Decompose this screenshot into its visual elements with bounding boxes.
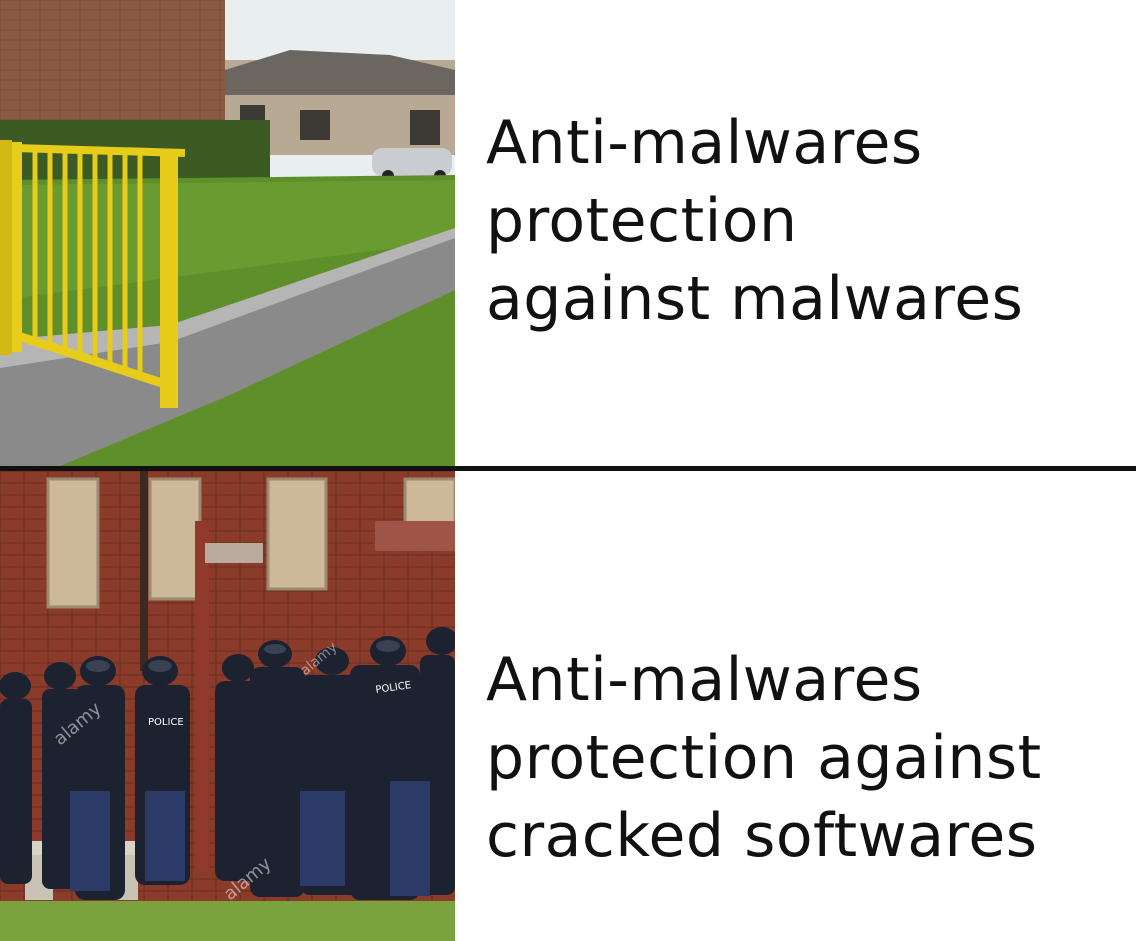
top-caption-line: protection [486, 186, 798, 256]
bottom-caption-line: protection against [486, 723, 1042, 793]
bottom-caption: Anti-malwares protection against cracked… [486, 641, 1120, 875]
meme-panel-top: Anti-malwares protection against malware… [0, 0, 1136, 466]
top-caption-line: Anti-malwares [486, 108, 923, 178]
gate-scene-illustration [0, 0, 455, 466]
swat-team-photo: POLICE POLICE alamy alamy alamy [0, 471, 455, 941]
bottom-caption-line: cracked softwares [486, 801, 1038, 871]
top-caption-line: against malwares [486, 264, 1024, 334]
police-vest-text: POLICE [148, 717, 184, 728]
swat-scene-illustration: POLICE POLICE alamy alamy alamy [0, 471, 455, 941]
meme-panel-bottom: POLICE POLICE alamy alamy alamy Anti-mal… [0, 471, 1136, 941]
top-caption: Anti-malwares protection against malware… [486, 104, 1120, 338]
gate-photo [0, 0, 455, 466]
bottom-caption-line: Anti-malwares [486, 645, 923, 715]
